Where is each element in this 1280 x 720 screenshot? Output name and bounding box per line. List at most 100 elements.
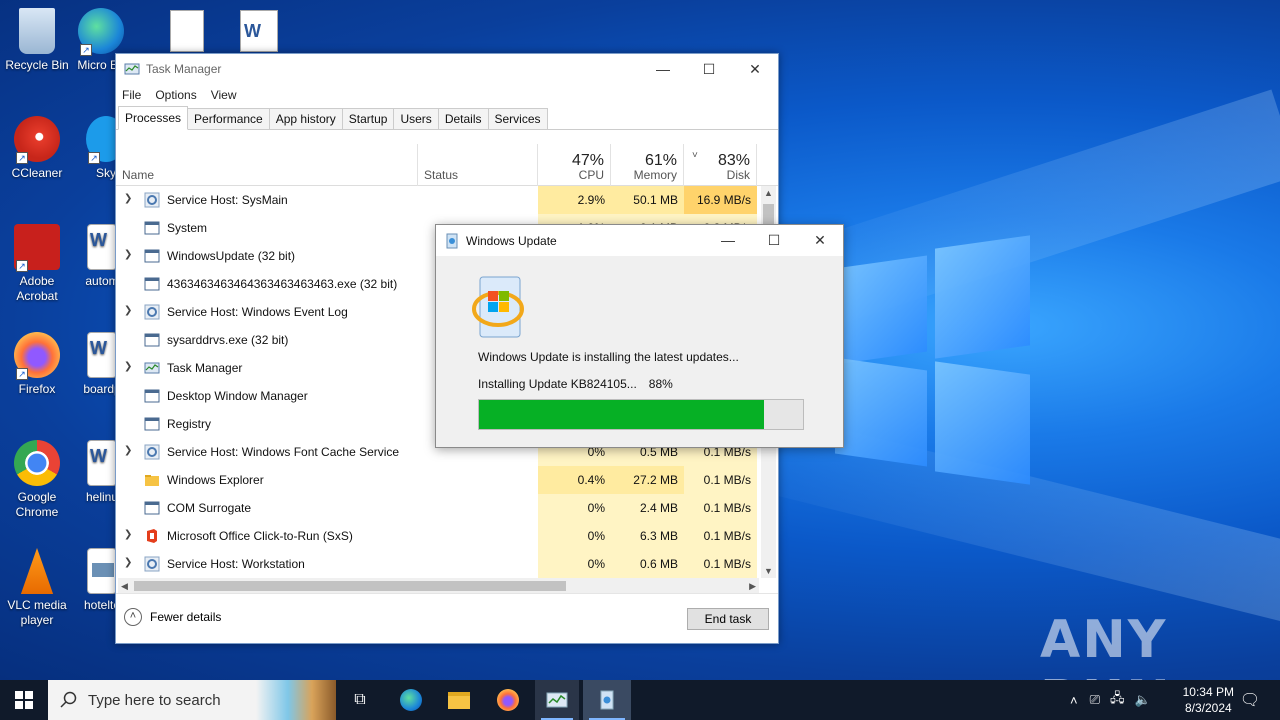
process-disk: 16.9 MB/s — [684, 186, 757, 214]
taskbar-edge[interactable] — [390, 680, 432, 720]
scrollbar-thumb[interactable] — [763, 204, 774, 226]
update-status: Installing Update KB824105... 88% — [478, 377, 673, 391]
expand-chevron-icon[interactable]: ❯ — [124, 305, 132, 316]
show-hidden-icons-chevron-icon[interactable]: ˄ — [1070, 693, 1078, 708]
tab-performance[interactable]: Performance — [187, 108, 270, 129]
menu-file[interactable]: File — [122, 88, 141, 102]
process-window-icon — [144, 276, 160, 292]
expand-chevron-icon[interactable]: ❯ — [124, 529, 132, 540]
word-doc-icon[interactable]: W — [240, 10, 278, 52]
ccleaner-icon: ↗ — [14, 116, 60, 164]
task-view-button[interactable]: ⧉ — [340, 680, 380, 720]
image-file-icon[interactable] — [170, 10, 204, 52]
tab-app-history[interactable]: App history — [268, 108, 343, 129]
network-icon[interactable]: 🖧 — [1110, 689, 1125, 711]
expand-chevron-icon[interactable]: ❯ — [124, 249, 132, 260]
column-memory[interactable]: 61% Memory — [611, 144, 684, 186]
expand-chevron-icon[interactable]: ❯ — [124, 193, 132, 204]
close-button[interactable]: ✕ — [797, 225, 843, 255]
scroll-down-icon[interactable]: ▼ — [764, 566, 773, 576]
taskbar-clock[interactable]: 10:34 PM 8/3/2024 — [1183, 684, 1234, 716]
expand-chevron-icon[interactable]: ❯ — [124, 557, 132, 568]
tab-services[interactable]: Services — [487, 108, 548, 129]
desktop-icon-vlc[interactable]: VLC media player — [1, 548, 73, 628]
maximize-button[interactable]: ☐ — [686, 54, 732, 84]
word-doc-icon: W — [87, 440, 117, 486]
progress-fill — [479, 400, 765, 429]
scroll-right-icon[interactable]: ▶ — [749, 581, 756, 592]
process-cpu: 2.9% — [538, 186, 611, 214]
scrollbar-thumb[interactable] — [134, 581, 566, 591]
desktop-icon-ccleaner[interactable]: ↗ CCleaner — [1, 116, 73, 181]
taskbar-firefox[interactable] — [487, 680, 529, 720]
recycle-bin-icon — [19, 8, 55, 54]
process-window-icon — [144, 388, 160, 404]
expand-chevron-icon[interactable]: ❯ — [124, 445, 132, 456]
column-cpu[interactable]: 47% CPU — [538, 144, 611, 186]
minimize-button[interactable]: — — [640, 54, 686, 84]
tab-startup[interactable]: Startup — [341, 108, 395, 129]
taskbar-task-manager[interactable] — [535, 680, 579, 720]
tab-details[interactable]: Details — [437, 108, 489, 129]
scroll-up-icon[interactable]: ▲ — [764, 188, 773, 198]
windows-logo — [835, 235, 1030, 485]
menu-bar: File Options View — [116, 84, 778, 106]
taskbar-windows-update[interactable] — [583, 680, 631, 720]
process-name: System — [167, 221, 208, 235]
maximize-button[interactable]: ☐ — [751, 225, 797, 255]
horizontal-scrollbar[interactable]: ◀ ▶ — [118, 578, 759, 594]
meet-now-icon[interactable]: ⎚ — [1090, 692, 1100, 708]
update-status-text: Installing Update KB824105... — [478, 377, 637, 391]
desktop-icon-firefox[interactable]: ↗ Firefox — [1, 332, 73, 397]
column-name[interactable]: Name — [116, 144, 418, 186]
column-status[interactable]: Status — [418, 144, 538, 186]
minimize-button[interactable]: — — [705, 225, 751, 255]
tab-processes[interactable]: Processes — [118, 106, 189, 130]
close-button[interactable]: ✕ — [732, 54, 778, 84]
table-row[interactable]: COM Surrogate 0% 2.4 MB 0.1 MB/s — [116, 494, 762, 522]
task-manager-titlebar[interactable]: Task Manager — ☐ ✕ — [116, 54, 778, 84]
start-button[interactable] — [0, 680, 48, 720]
column-memory-label: Memory — [633, 168, 677, 182]
process-window-icon — [144, 248, 160, 264]
table-row[interactable]: Windows Explorer 0.4% 27.2 MB 0.1 MB/s — [116, 466, 762, 494]
scroll-left-icon[interactable]: ◀ — [121, 581, 128, 592]
tab-users[interactable]: Users — [393, 108, 439, 129]
desktop-icon-recycle-bin[interactable]: Recycle Bin — [1, 8, 73, 73]
process-cpu: 0% — [538, 522, 611, 550]
taskbar-search[interactable]: Type here to search — [48, 680, 336, 720]
fewer-details-button[interactable]: ˄ Fewer details — [124, 608, 221, 626]
process-cpu: 0% — [538, 550, 611, 578]
end-task-button[interactable]: End task — [687, 608, 769, 630]
process-name: Service Host: SysMain — [167, 193, 288, 207]
process-memory: 27.2 MB — [611, 466, 684, 494]
taskbar-explorer[interactable] — [438, 680, 480, 720]
table-row[interactable]: ❯ Service Host: Workstation 0% 0.6 MB 0.1 MB… — [116, 550, 762, 578]
expand-chevron-icon[interactable]: ❯ — [124, 361, 132, 372]
windows-update-titlebar[interactable]: Windows Update — ☐ ✕ — [436, 225, 843, 256]
folder-icon — [448, 691, 470, 709]
anyrun-watermark: ANY RUN — [1040, 610, 1170, 680]
word-doc-icon: W — [87, 332, 117, 378]
dialog-title: Windows Update — [466, 233, 557, 248]
fewer-details-label: Fewer details — [150, 610, 222, 624]
menu-view[interactable]: View — [211, 88, 237, 102]
task-manager-icon — [144, 360, 160, 376]
process-name: Service Host: Workstation — [167, 557, 305, 571]
menu-options[interactable]: Options — [155, 88, 196, 102]
gear-service-icon — [144, 304, 160, 320]
table-row[interactable]: ❯ Service Host: SysMain 2.9% 50.1 MB 16.9 MB… — [116, 186, 762, 214]
process-memory: 2.4 MB — [611, 494, 684, 522]
desktop-icon-label: Adobe Acrobat — [16, 274, 58, 303]
process-name: sysarddrvs.exe (32 bit) — [167, 333, 289, 347]
table-row[interactable]: ❯ Microsoft Office Click-to-Run (SxS) 0% 6.… — [116, 522, 762, 550]
windows-update-logo-icon — [472, 276, 524, 338]
desktop-icon-acrobat[interactable]: ↗ Adobe Acrobat — [1, 224, 73, 304]
notification-center-button[interactable]: 🗨 — [1232, 680, 1268, 720]
edge-icon: ↗ — [78, 8, 124, 56]
desktop-icon-chrome[interactable]: Google Chrome — [1, 440, 73, 520]
column-disk[interactable]: ˅ 83% Disk — [684, 144, 757, 186]
column-disk-label: Disk — [726, 168, 750, 182]
chrome-icon — [14, 440, 60, 486]
volume-icon[interactable]: 🔈 — [1135, 692, 1151, 708]
